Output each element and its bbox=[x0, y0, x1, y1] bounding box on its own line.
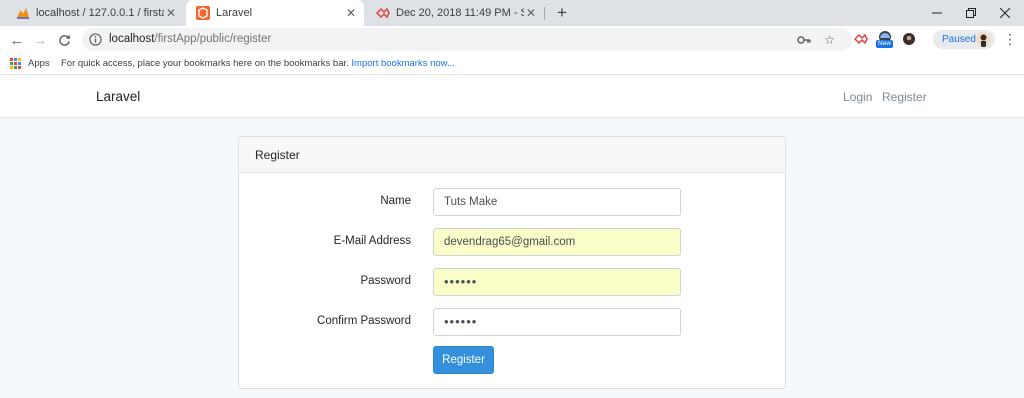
phpmyadmin-icon bbox=[16, 6, 30, 20]
reload-icon bbox=[58, 34, 70, 46]
back-button[interactable]: ← bbox=[6, 29, 28, 51]
brand-link[interactable]: Laravel bbox=[96, 89, 140, 104]
new-tab-button[interactable]: + bbox=[552, 3, 572, 23]
reload-button[interactable] bbox=[53, 29, 75, 51]
minimize-button[interactable] bbox=[920, 0, 954, 26]
nav-register-link[interactable]: Register bbox=[882, 90, 927, 104]
url-host: localhost bbox=[109, 33, 155, 45]
password-input[interactable]: •••••• bbox=[433, 268, 681, 296]
arrow-right-icon: → bbox=[32, 31, 48, 49]
email-input[interactable]: devendrag65@gmail.com bbox=[433, 228, 681, 256]
browser-toolbar: ← → localhost/firstApp/public/register ☆… bbox=[0, 26, 1024, 53]
tab-title: Dec 20, 2018 11:49 PM - Screenc bbox=[396, 7, 524, 19]
arrow-left-icon: ← bbox=[9, 31, 25, 49]
minimize-icon bbox=[932, 12, 942, 14]
screencast-extension-icon[interactable] bbox=[852, 30, 870, 48]
register-button[interactable]: Register bbox=[433, 346, 494, 374]
close-tab-icon[interactable]: ✕ bbox=[344, 6, 358, 20]
extension-new-icon[interactable]: New bbox=[876, 30, 894, 48]
restore-icon bbox=[966, 8, 976, 18]
more-vert-icon: ⋮ bbox=[1003, 30, 1017, 47]
address-bar[interactable]: localhost/firstApp/public/register ☆ bbox=[82, 28, 852, 51]
new-badge: New bbox=[876, 40, 894, 48]
apps-grid-icon[interactable] bbox=[10, 58, 21, 69]
bookmarks-hint-text: For quick access, place your bookmarks h… bbox=[61, 58, 349, 69]
paused-label: Paused bbox=[942, 34, 976, 45]
forward-button[interactable]: → bbox=[29, 29, 51, 51]
url-path: /firstApp/public/register bbox=[154, 33, 272, 45]
tab-screencast[interactable]: Dec 20, 2018 11:49 PM - Screenc ✕ bbox=[366, 0, 544, 26]
avatar bbox=[976, 32, 991, 47]
bookmarks-hint: For quick access, place your bookmarks h… bbox=[61, 58, 455, 69]
tab-title: Laravel bbox=[216, 7, 253, 19]
tab-laravel[interactable]: Laravel ✕ bbox=[186, 0, 364, 26]
info-icon[interactable] bbox=[88, 32, 103, 47]
password-label: Password bbox=[360, 275, 412, 287]
tab-strip: localhost / 127.0.0.1 / firstapp | p ✕ L… bbox=[0, 0, 1024, 26]
profile-paused-button[interactable]: Paused bbox=[933, 30, 995, 49]
url-text[interactable]: localhost/firstApp/public/register bbox=[109, 33, 271, 45]
apps-shortcut[interactable]: Apps bbox=[28, 58, 50, 69]
card-header: Register bbox=[239, 137, 785, 173]
menu-button[interactable]: ⋮ bbox=[1002, 30, 1018, 48]
nav-login-link[interactable]: Login bbox=[843, 90, 872, 104]
bookmarks-bar: Apps For quick access, place your bookma… bbox=[0, 53, 1024, 75]
confirm-password-input[interactable]: •••••• bbox=[433, 308, 681, 336]
screencast-icon bbox=[376, 6, 390, 20]
key-icon[interactable] bbox=[796, 32, 811, 47]
register-card: Register Name Tuts Make E-Mail Address d… bbox=[238, 136, 786, 389]
close-window-button[interactable] bbox=[988, 0, 1022, 26]
close-tab-icon[interactable]: ✕ bbox=[164, 6, 178, 20]
extension-dark-icon[interactable] bbox=[900, 30, 918, 48]
import-bookmarks-link[interactable]: Import bookmarks now... bbox=[351, 58, 454, 69]
restore-button[interactable] bbox=[954, 0, 988, 26]
star-icon[interactable]: ☆ bbox=[822, 32, 837, 47]
name-input[interactable]: Tuts Make bbox=[433, 188, 681, 216]
email-label: E-Mail Address bbox=[333, 235, 411, 247]
tab-title: localhost / 127.0.0.1 / firstapp | p bbox=[36, 7, 164, 19]
tab-separator bbox=[544, 7, 545, 20]
close-icon bbox=[1000, 8, 1010, 18]
tab-phpmyadmin[interactable]: localhost / 127.0.0.1 / firstapp | p ✕ bbox=[6, 0, 184, 26]
laravel-icon bbox=[196, 6, 210, 20]
confirm-password-label: Confirm Password bbox=[317, 315, 411, 327]
name-label: Name bbox=[380, 195, 411, 207]
app-navbar: Laravel Login Register bbox=[0, 76, 1024, 118]
close-tab-icon[interactable]: ✕ bbox=[524, 6, 538, 20]
